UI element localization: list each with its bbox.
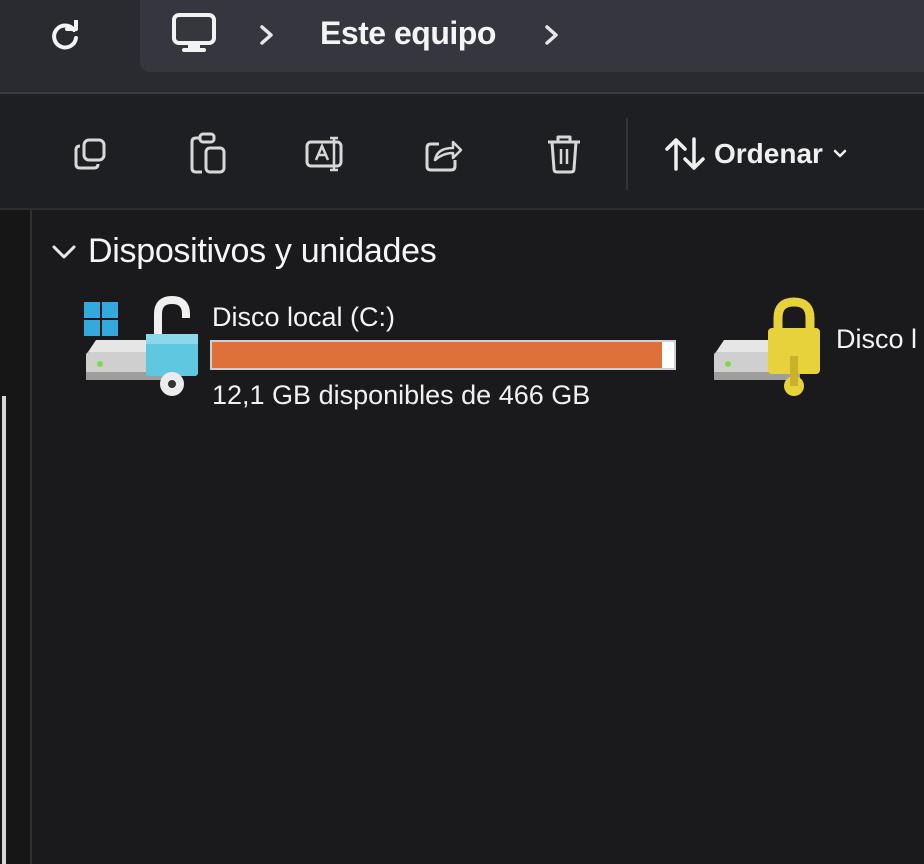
- sort-label: Ordenar: [714, 138, 823, 169]
- command-bar: Ordenar: [0, 94, 924, 208]
- address-bar[interactable]: Este equipo: [140, 0, 924, 72]
- toolbar-separator: [626, 118, 628, 190]
- drive-item-c[interactable]: Disco local (C:) 12,1 GB disponibles de …: [80, 296, 680, 416]
- refresh-button[interactable]: [40, 12, 90, 62]
- drive-name: Disco local (C:): [212, 302, 396, 332]
- divider: [0, 208, 924, 210]
- title-bar: Este equipo: [0, 0, 924, 92]
- trash-icon: [548, 135, 580, 174]
- drive-free-space: 12,1 GB disponibles de 466 GB: [212, 380, 591, 410]
- drive-item-locked[interactable]: Disco l: [710, 296, 924, 406]
- chevron-down-icon: [833, 149, 847, 158]
- navigation-scrollbar[interactable]: [2, 396, 6, 864]
- refresh-icon: [52, 20, 78, 50]
- share-icon: [425, 140, 463, 172]
- drive-usage-fill: [212, 342, 662, 368]
- pane-splitter[interactable]: [30, 210, 32, 864]
- system-drive-unlocked-icon: [84, 296, 198, 396]
- paste-icon: [190, 132, 226, 174]
- drive-name: Disco l: [836, 324, 918, 354]
- section-header-devices[interactable]: Dispositivos y unidades: [50, 232, 437, 271]
- locked-drive-icon: [714, 297, 820, 396]
- paste-button[interactable]: [180, 126, 236, 182]
- copy-icon: [74, 138, 106, 170]
- delete-button[interactable]: [536, 126, 592, 182]
- share-button[interactable]: [416, 126, 472, 182]
- chevron-down-icon: [52, 245, 76, 258]
- this-pc-icon: [172, 13, 216, 52]
- breadcrumb-chevron-icon[interactable]: [257, 20, 277, 50]
- copy-button[interactable]: [62, 126, 118, 182]
- sort-button[interactable]: Ordenar: [664, 134, 849, 174]
- drive-usage-bar: [210, 340, 676, 370]
- rename-icon: [305, 136, 343, 172]
- sort-arrows-icon: [665, 137, 705, 171]
- section-title: Dispositivos y unidades: [88, 232, 437, 270]
- breadcrumb-chevron-icon[interactable]: [542, 20, 562, 50]
- breadcrumb-este-equipo[interactable]: Este equipo: [320, 15, 496, 52]
- rename-button[interactable]: [298, 126, 354, 182]
